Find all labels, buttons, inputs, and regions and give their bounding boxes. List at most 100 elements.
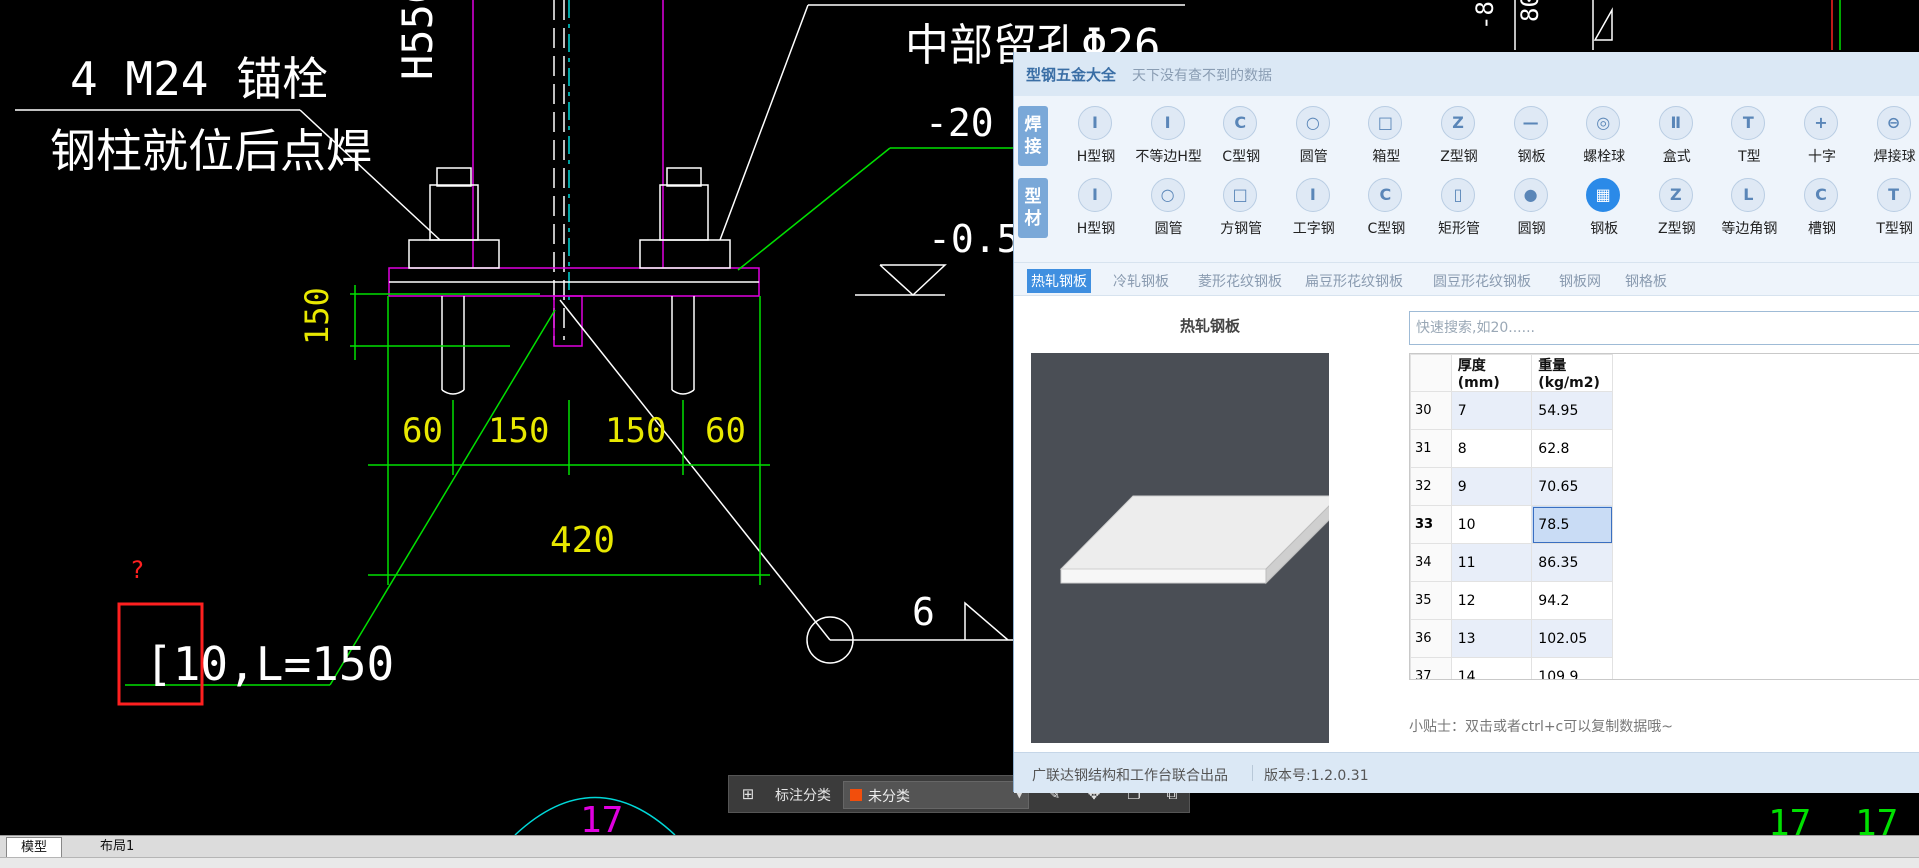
thickness-cell[interactable]: 11 bbox=[1451, 544, 1532, 582]
row-number: 33 bbox=[1411, 506, 1452, 544]
table-row[interactable]: 341186.35 bbox=[1411, 544, 1919, 582]
profile-item[interactable]: C C型钢 bbox=[1350, 174, 1422, 244]
profile-item[interactable]: TT型钢 bbox=[1859, 174, 1919, 244]
profile-item[interactable]: □方钢管 bbox=[1205, 174, 1277, 244]
plate-type-tab[interactable]: 钢格板 bbox=[1621, 269, 1671, 293]
plate-type-tab[interactable]: 热轧钢板 bbox=[1027, 269, 1091, 293]
profile-item[interactable]: I工字钢 bbox=[1278, 174, 1350, 244]
category-select-value: 未分类 bbox=[868, 786, 910, 806]
weight-cell[interactable]: 78.5 bbox=[1532, 506, 1613, 544]
circle-17-label: 17 bbox=[580, 800, 623, 835]
welded-item-label: 焊接球 bbox=[1859, 146, 1919, 166]
box-type-icon: Ⅱ bbox=[1659, 106, 1693, 140]
thickness-cell[interactable]: 12 bbox=[1451, 582, 1532, 620]
round-bar-icon: ● bbox=[1514, 178, 1548, 212]
welded-item[interactable]: CC型钢 bbox=[1205, 102, 1277, 172]
plate-type-tab[interactable]: 冷轧钢板 bbox=[1109, 269, 1173, 293]
weight-cell[interactable]: 70.65 bbox=[1532, 468, 1613, 506]
dialog-subtitle: 天下没有查不到的数据 bbox=[1132, 65, 1272, 85]
welded-item[interactable]: + 十字 bbox=[1786, 102, 1858, 172]
dim-60-left: 60 bbox=[402, 411, 443, 451]
cross-section-icon: + bbox=[1804, 106, 1838, 140]
thickness-cell[interactable]: 13 bbox=[1451, 620, 1532, 658]
table-row[interactable]: 3714109.9 bbox=[1411, 658, 1919, 681]
weight-cell[interactable]: 62.8 bbox=[1532, 430, 1613, 468]
c-steel-icon: C bbox=[1368, 178, 1402, 212]
table-row[interactable]: 3613102.05 bbox=[1411, 620, 1919, 658]
welded-item-label: 不等边H型 bbox=[1133, 146, 1205, 166]
welded-item[interactable]: ◎螺栓球 bbox=[1568, 102, 1640, 172]
welded-item[interactable]: □箱型 bbox=[1350, 102, 1422, 172]
thickness-cell[interactable]: 7 bbox=[1451, 392, 1532, 430]
table-row[interactable]: 30754.95 bbox=[1411, 392, 1919, 430]
welded-item[interactable]: IH型钢 bbox=[1060, 102, 1132, 172]
profile-item[interactable]: IH型钢 bbox=[1060, 174, 1132, 244]
profile-item[interactable]: ▯矩形管 bbox=[1423, 174, 1495, 244]
plate-type-tab[interactable]: 钢板网 bbox=[1555, 269, 1605, 293]
dim-60-right: 60 bbox=[705, 411, 746, 451]
weight-cell[interactable]: 102.05 bbox=[1532, 620, 1613, 658]
weight-cell[interactable]: 109.9 bbox=[1532, 658, 1613, 681]
z-steel-icon: Z bbox=[1659, 178, 1693, 212]
grid-icon[interactable]: ⊞ bbox=[739, 785, 757, 803]
plate-weight-table: 厚度(mm) 重量(kg/m2) 30754.9531862.832970.65… bbox=[1409, 353, 1919, 680]
profile-item[interactable]: Z Z型钢 bbox=[1641, 174, 1713, 244]
category-color-swatch bbox=[850, 789, 862, 801]
welded-item[interactable]: ZZ型钢 bbox=[1423, 102, 1495, 172]
plate-type-tab[interactable]: 扁豆形花纹钢板 bbox=[1301, 269, 1407, 293]
welded-item[interactable]: —钢板 bbox=[1496, 102, 1568, 172]
profile-item[interactable]: ▦钢板 bbox=[1568, 174, 1640, 244]
welded-item-label: 圆管 bbox=[1278, 146, 1350, 166]
welded-item[interactable]: Ⅱ盒式 bbox=[1641, 102, 1713, 172]
profile-item-label: Z型钢 bbox=[1641, 218, 1713, 238]
thickness-cell[interactable]: 14 bbox=[1451, 658, 1532, 681]
weight-cell[interactable]: 94.2 bbox=[1532, 582, 1613, 620]
welded-item[interactable]: I 不等边H型 bbox=[1133, 102, 1205, 172]
plate-type-tab[interactable]: 圆豆形花纹钢板 bbox=[1429, 269, 1535, 293]
thickness-cell[interactable]: 9 bbox=[1451, 468, 1532, 506]
welded-item-label: 十字 bbox=[1786, 146, 1858, 166]
profile-item[interactable]: ○圆管 bbox=[1133, 174, 1205, 244]
dim-150-left: 150 bbox=[488, 411, 549, 451]
tab-layout1[interactable]: 布局1 bbox=[86, 837, 148, 857]
plate-type-tab[interactable]: 菱形花纹钢板 bbox=[1194, 269, 1286, 293]
profile-item[interactable]: L等边角钢 bbox=[1713, 174, 1785, 244]
welded-item[interactable]: TT型 bbox=[1713, 102, 1785, 172]
version-text: 版本号:1.2.0.31 bbox=[1264, 765, 1369, 785]
weight-cell[interactable]: 54.95 bbox=[1532, 392, 1613, 430]
table-row[interactable]: 331078.5 bbox=[1411, 506, 1919, 544]
z-steel-icon: Z bbox=[1441, 106, 1475, 140]
steel-plate-icon: — bbox=[1514, 106, 1548, 140]
dialog-footer: 广联达钢结构和工作台联合出品 版本号:1.2.0.31 bbox=[1014, 752, 1919, 793]
profile-item-label: T型钢 bbox=[1859, 218, 1919, 238]
table-row[interactable]: 31862.8 bbox=[1411, 430, 1919, 468]
profile-item-label: 圆钢 bbox=[1496, 218, 1568, 238]
tab-model[interactable]: 模型 bbox=[6, 837, 62, 858]
quick-search-input[interactable] bbox=[1409, 311, 1919, 345]
dim-150-right: 150 bbox=[605, 411, 666, 451]
rect-pipe-icon: ▯ bbox=[1441, 178, 1475, 212]
weight-cell[interactable]: 86.35 bbox=[1532, 544, 1613, 582]
weight-header[interactable]: 重量(kg/m2) bbox=[1532, 355, 1613, 392]
unequal-h-icon: I bbox=[1151, 106, 1185, 140]
profile-item[interactable]: C槽钢 bbox=[1786, 174, 1858, 244]
row-number: 35 bbox=[1411, 582, 1452, 620]
welded-item[interactable]: ⊖焊接球 bbox=[1859, 102, 1919, 172]
question-mark: ? bbox=[130, 556, 144, 584]
table-row[interactable]: 351294.2 bbox=[1411, 582, 1919, 620]
annotation-category-select[interactable]: 未分类 ▼ bbox=[843, 781, 1029, 809]
table-row[interactable]: 32970.65 bbox=[1411, 468, 1919, 506]
thickness-header[interactable]: 厚度(mm) bbox=[1451, 355, 1532, 392]
welded-item-label: 螺栓球 bbox=[1568, 146, 1640, 166]
section-category-panel: 焊接 型材 IH型钢I不等边H型CC型钢○圆管□箱型ZZ型钢—钢板◎螺栓球Ⅱ盒式… bbox=[1014, 96, 1919, 263]
profile-item-label: C型钢 bbox=[1350, 218, 1422, 238]
row-number: 32 bbox=[1411, 468, 1452, 506]
profile-item[interactable]: ● 圆钢 bbox=[1496, 174, 1568, 244]
thickness-cell[interactable]: 8 bbox=[1451, 430, 1532, 468]
welded-item-label: H型钢 bbox=[1060, 146, 1132, 166]
profile-item-label: 等边角钢 bbox=[1713, 218, 1785, 238]
thickness-cell[interactable]: 10 bbox=[1451, 506, 1532, 544]
dialog-header[interactable]: 型钢五金大全 天下没有查不到的数据 bbox=[1014, 52, 1919, 96]
plate-thickness-label: -20 bbox=[925, 101, 994, 145]
welded-item[interactable]: ○圆管 bbox=[1278, 102, 1350, 172]
